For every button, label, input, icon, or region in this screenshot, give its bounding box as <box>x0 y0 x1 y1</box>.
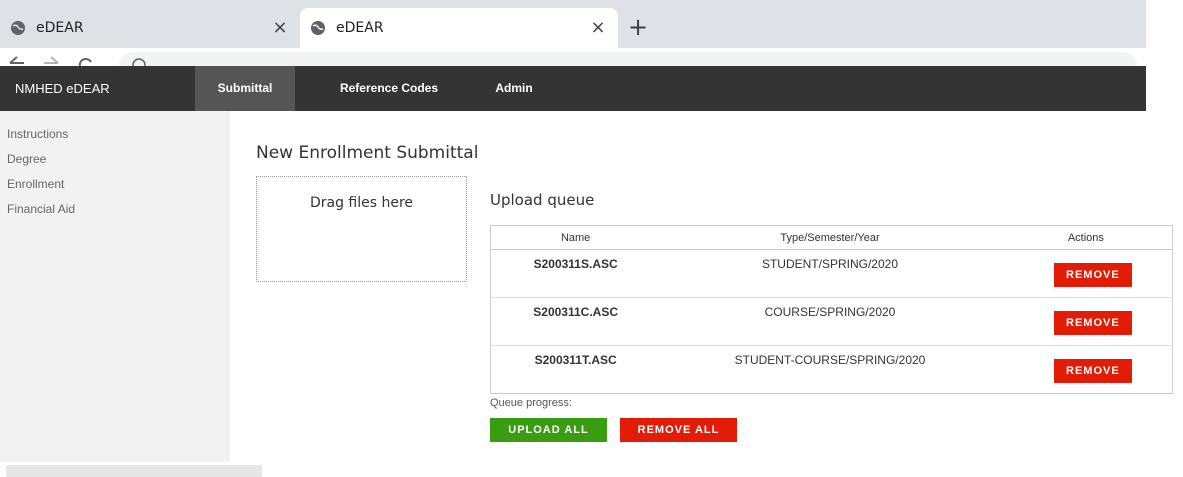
file-name-cell: S200311C.ASC <box>490 297 661 346</box>
remove-file-button[interactable]: REMOVE <box>1054 359 1132 383</box>
close-icon[interactable]: × <box>590 19 606 37</box>
file-name-cell: S200311S.ASC <box>490 249 661 298</box>
actions-cell: REMOVE <box>999 345 1173 394</box>
omnibox[interactable] <box>118 52 1138 66</box>
sidebar: Instructions Degree Enrollment Financial… <box>0 111 230 462</box>
column-header-type: Type/Semester/Year <box>660 225 1000 250</box>
globe-icon <box>311 21 325 35</box>
upload-queue-heading: Upload queue <box>490 191 595 209</box>
browser-tabstrip: eDEAR × eDEAR × + <box>0 0 1146 48</box>
dropzone-label: Drag files here <box>309 195 414 211</box>
reload-icon[interactable] <box>76 56 94 66</box>
column-header-actions: Actions <box>999 225 1173 250</box>
close-icon[interactable]: × <box>272 19 288 37</box>
actions-cell: REMOVE <box>999 249 1173 298</box>
column-header-name: Name <box>490 225 661 250</box>
file-dropzone[interactable]: Drag files here <box>256 176 467 282</box>
file-name-cell: S200311T.ASC <box>490 345 661 394</box>
actions-cell: REMOVE <box>999 297 1173 346</box>
remove-file-button[interactable]: REMOVE <box>1054 263 1132 287</box>
page-title: New Enrollment Submittal <box>256 143 479 163</box>
upload-queue-table: Name Type/Semester/Year Actions S200311S… <box>490 225 1173 394</box>
app-navbar: NMHED eDEAR Submittal Reference Codes Ad… <box>0 66 1146 111</box>
browser-tab-2[interactable]: eDEAR × <box>300 8 618 48</box>
browser-tab-title: eDEAR <box>36 20 84 36</box>
sidebar-item-financial-aid[interactable]: Financial Aid <box>0 197 230 222</box>
remove-all-button[interactable]: REMOVE ALL <box>620 418 737 442</box>
browser-tab-title: eDEAR <box>336 20 384 36</box>
file-type-cell: STUDENT-COURSE/SPRING/2020 <box>660 345 1000 394</box>
table-row: S200311S.ASC STUDENT/SPRING/2020 REMOVE <box>490 249 1173 298</box>
forward-arrow-icon[interactable] <box>42 56 60 66</box>
queue-progress-label: Queue progress: <box>490 397 572 409</box>
sidebar-item-degree[interactable]: Degree <box>0 147 230 172</box>
nav-submittal[interactable]: Submittal <box>195 66 295 111</box>
new-tab-button[interactable]: + <box>624 14 652 42</box>
nav-reference-codes[interactable]: Reference Codes <box>314 66 464 111</box>
file-type-cell: STUDENT/SPRING/2020 <box>660 249 1000 298</box>
file-type-cell: COURSE/SPRING/2020 <box>660 297 1000 346</box>
globe-icon <box>11 21 25 35</box>
table-row: S200311T.ASC STUDENT-COURSE/SPRING/2020 … <box>490 345 1173 394</box>
sidebar-item-enrollment[interactable]: Enrollment <box>0 172 230 197</box>
app-brand[interactable]: NMHED eDEAR <box>0 66 195 111</box>
browser-tab-1[interactable]: eDEAR × <box>0 8 300 48</box>
table-header-row: Name Type/Semester/Year Actions <box>490 225 1173 250</box>
sidebar-item-instructions[interactable]: Instructions <box>0 122 230 147</box>
table-row: S200311C.ASC COURSE/SPRING/2020 REMOVE <box>490 297 1173 346</box>
info-icon[interactable] <box>132 58 146 66</box>
sidebar-footer <box>6 465 262 477</box>
sidebar-list: Instructions Degree Enrollment Financial… <box>0 111 230 222</box>
nav-admin[interactable]: Admin <box>484 66 544 111</box>
upload-all-button[interactable]: UPLOAD ALL <box>490 418 607 442</box>
address-bar-strip <box>0 48 1146 66</box>
remove-file-button[interactable]: REMOVE <box>1054 311 1132 335</box>
back-arrow-icon[interactable] <box>8 56 26 66</box>
